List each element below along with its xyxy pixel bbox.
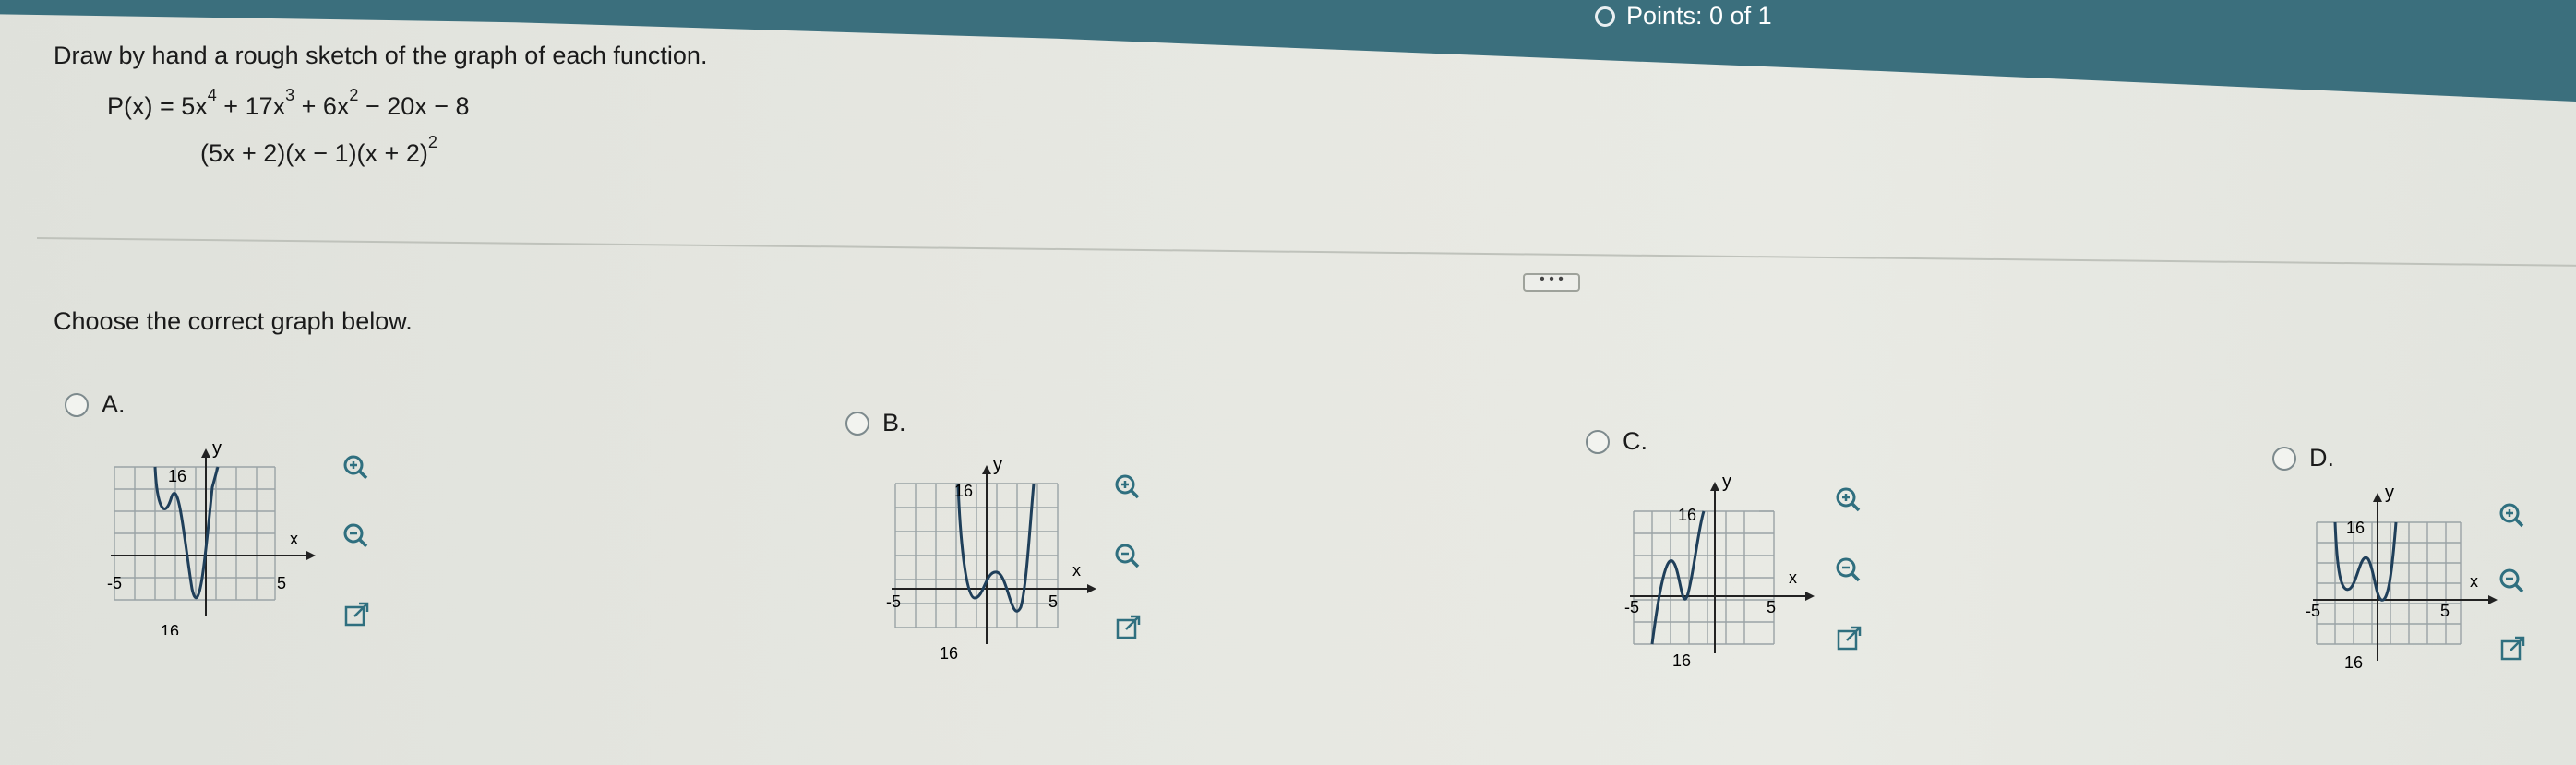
graph-c[interactable]: y x 16 16 -5 5 xyxy=(1621,472,1842,675)
graph-b-ymin: 16 xyxy=(940,644,958,663)
graph-c-xmin: -5 xyxy=(1624,598,1639,616)
graph-c-y-label: y xyxy=(1722,472,1731,492)
graph-c-ymin: 16 xyxy=(1672,651,1691,670)
radio-b[interactable] xyxy=(845,411,869,436)
points-circle-icon xyxy=(1595,6,1615,27)
graph-b-y-label: y xyxy=(993,460,1002,475)
graph-a-ymax: 16 xyxy=(168,467,186,485)
graph-c-ymax: 16 xyxy=(1678,506,1696,524)
zoom-out-icon[interactable] xyxy=(1113,542,1141,569)
radio-c[interactable] xyxy=(1586,429,1610,454)
points-indicator: Points: 0 of 1 xyxy=(1595,2,1772,30)
eq-exp-1: 4 xyxy=(207,86,217,104)
graph-b-x-label: x xyxy=(1072,561,1081,580)
open-external-icon[interactable] xyxy=(1115,614,1143,641)
eq-term-1: P(x) = 5x xyxy=(107,92,208,120)
radio-d[interactable] xyxy=(2272,446,2296,471)
points-text: Points: 0 of 1 xyxy=(1626,2,1772,30)
graph-d-x-label: x xyxy=(2470,572,2478,591)
zoom-out-icon[interactable] xyxy=(341,521,369,549)
factored-base: (5x + 2)(x − 1)(x + 2) xyxy=(200,139,428,167)
graph-a-xmax: 5 xyxy=(277,574,286,592)
graph-b-xmin: -5 xyxy=(886,592,901,611)
zoom-in-icon[interactable] xyxy=(2498,501,2525,529)
graph-d-ymax: 16 xyxy=(2346,519,2365,537)
option-c-label: C. xyxy=(1623,427,1647,455)
question-instruction: Draw by hand a rough sketch of the graph… xyxy=(54,42,708,69)
graph-d-y-label: y xyxy=(2385,485,2394,503)
graph-a-ymin: 16 xyxy=(161,622,179,635)
option-a[interactable]: A. xyxy=(65,390,126,419)
zoom-in-icon[interactable] xyxy=(1113,472,1141,500)
zoom-in-icon[interactable] xyxy=(1834,485,1862,513)
radio-a[interactable] xyxy=(65,392,89,417)
eq-exp-2: 3 xyxy=(285,86,295,104)
eq-term-4: − 20x − 8 xyxy=(358,92,470,120)
graph-c-xmax: 5 xyxy=(1767,598,1776,616)
factored-exp: 2 xyxy=(427,133,437,151)
section-divider xyxy=(36,237,2576,267)
graph-d-xmax: 5 xyxy=(2440,602,2450,620)
graph-a-xmin: -5 xyxy=(107,574,122,592)
graph-d-ymin: 16 xyxy=(2344,653,2363,672)
graph-b-xmax: 5 xyxy=(1048,592,1058,611)
zoom-in-icon[interactable] xyxy=(341,453,369,481)
graph-d-xmin: -5 xyxy=(2306,602,2320,620)
eq-exp-3: 2 xyxy=(349,86,359,104)
eq-term-2: + 17x xyxy=(216,92,286,120)
zoom-out-icon[interactable] xyxy=(2498,567,2525,594)
open-external-icon[interactable] xyxy=(343,601,371,628)
option-a-label: A. xyxy=(102,390,126,418)
graph-b[interactable]: y x 16 16 -5 5 xyxy=(882,460,1104,663)
option-b[interactable]: B. xyxy=(845,409,906,437)
graph-b-ymax: 16 xyxy=(954,482,973,500)
zoom-out-icon[interactable] xyxy=(1834,556,1862,583)
graph-a-x-label: x xyxy=(290,530,298,548)
function-expanded: P(x) = 5x4 + 17x3 + 6x2 − 20x − 8 xyxy=(107,86,470,121)
open-external-icon[interactable] xyxy=(2499,635,2527,663)
graph-c-x-label: x xyxy=(1789,568,1797,587)
more-button[interactable]: • • • xyxy=(1523,272,1580,292)
option-c[interactable]: C. xyxy=(1586,427,1647,456)
option-d[interactable]: D. xyxy=(2272,444,2334,472)
choose-prompt: Choose the correct graph below. xyxy=(54,307,413,335)
graph-a[interactable]: y x 16 16 -5 5 xyxy=(102,441,323,635)
open-external-icon[interactable] xyxy=(1836,625,1863,652)
graph-d[interactable]: y x 16 16 -5 5 xyxy=(2304,485,2516,679)
option-d-label: D. xyxy=(2309,444,2334,472)
graph-a-y-label: y xyxy=(212,441,222,459)
eq-term-3: + 6x xyxy=(294,92,350,120)
function-factored: (5x + 2)(x − 1)(x + 2)2 xyxy=(200,133,437,168)
option-b-label: B. xyxy=(882,409,906,436)
